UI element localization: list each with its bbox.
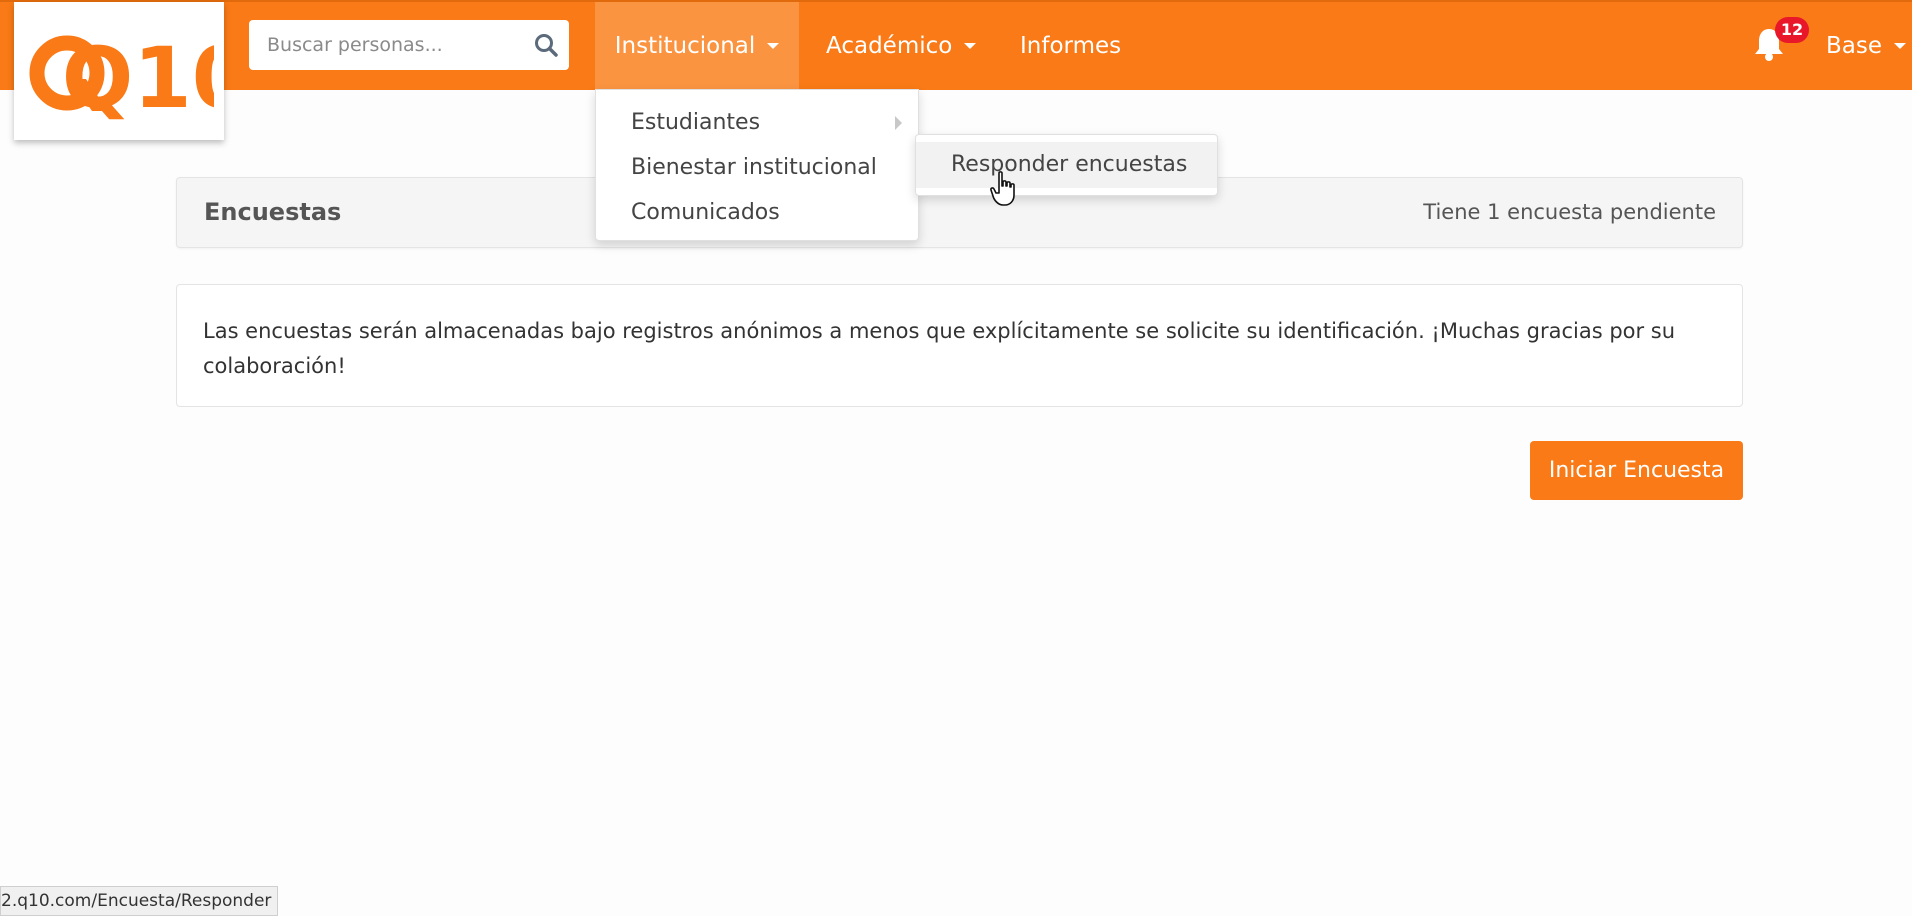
dropdown-item-label: Comunicados xyxy=(631,200,780,225)
nav-informes-label: Informes xyxy=(1020,33,1122,59)
logo[interactable]: Q10 xyxy=(14,2,224,140)
nav-informes[interactable]: Informes xyxy=(1020,2,1121,90)
dropdown-item-bienestar[interactable]: Bienestar institucional xyxy=(596,145,918,190)
nav-institucional-label: Institucional xyxy=(614,33,756,59)
caret-down-icon xyxy=(964,43,977,49)
submenu-item-label: Responder encuestas xyxy=(951,152,1188,177)
caret-down-icon xyxy=(1894,43,1907,49)
user-menu[interactable]: Base xyxy=(1826,2,1907,90)
dropdown-item-label: Bienestar institucional xyxy=(631,155,877,180)
dropdown-item-estudiantes[interactable]: Estudiantes xyxy=(596,100,918,145)
chevron-right-icon xyxy=(895,116,902,130)
hand-cursor-icon xyxy=(990,171,1015,206)
q10-logo-icon: Q10 xyxy=(29,29,214,121)
dropdown-item-label: Estudiantes xyxy=(631,110,761,135)
caret-down-icon xyxy=(767,43,780,49)
institucional-dropdown: Estudiantes Bienestar institucional Comu… xyxy=(595,89,919,241)
notification-badge: 12 xyxy=(1775,17,1809,43)
bienestar-submenu: Responder encuestas xyxy=(915,134,1218,196)
svg-text:Q10: Q10 xyxy=(62,29,214,121)
user-menu-label: Base xyxy=(1826,33,1883,59)
nav-academico[interactable]: Académico xyxy=(826,2,977,90)
search-box xyxy=(249,20,569,70)
nav-academico-label: Académico xyxy=(826,33,953,59)
submenu-item-responder-encuestas[interactable]: Responder encuestas xyxy=(916,142,1217,188)
page-title: Encuestas xyxy=(204,198,342,226)
status-bar-url: 2.q10.com/Encuesta/Responder xyxy=(0,886,279,916)
search-input[interactable] xyxy=(249,20,519,70)
start-survey-button[interactable]: Iniciar Encuesta xyxy=(1530,441,1743,500)
anonymity-notice: Las encuestas serán almacenadas bajo reg… xyxy=(176,284,1743,407)
search-icon[interactable] xyxy=(533,32,559,58)
nav-institucional[interactable]: Institucional xyxy=(595,2,799,90)
pending-surveys-text: Tiene 1 encuesta pendiente xyxy=(1423,200,1716,224)
dropdown-item-comunicados[interactable]: Comunicados xyxy=(596,190,918,235)
